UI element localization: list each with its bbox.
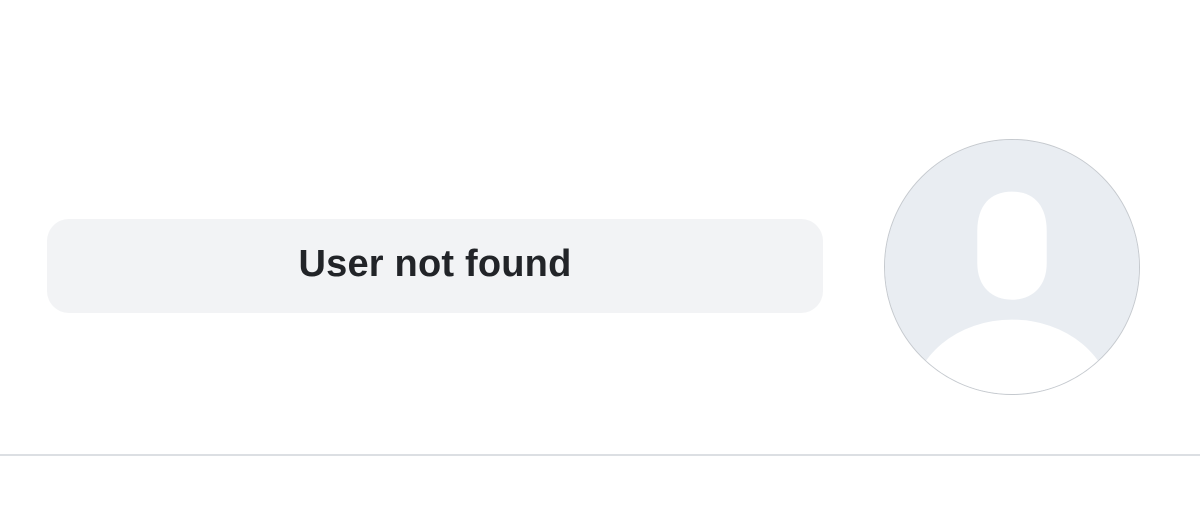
avatar (884, 139, 1140, 395)
profile-page: User not found (0, 0, 1200, 532)
default-avatar-silhouette-icon (885, 140, 1139, 394)
user-not-found-message: User not found (298, 243, 572, 285)
divider (0, 454, 1200, 456)
avatar-head-shape (977, 191, 1047, 300)
user-not-found-banner: User not found (47, 219, 823, 313)
